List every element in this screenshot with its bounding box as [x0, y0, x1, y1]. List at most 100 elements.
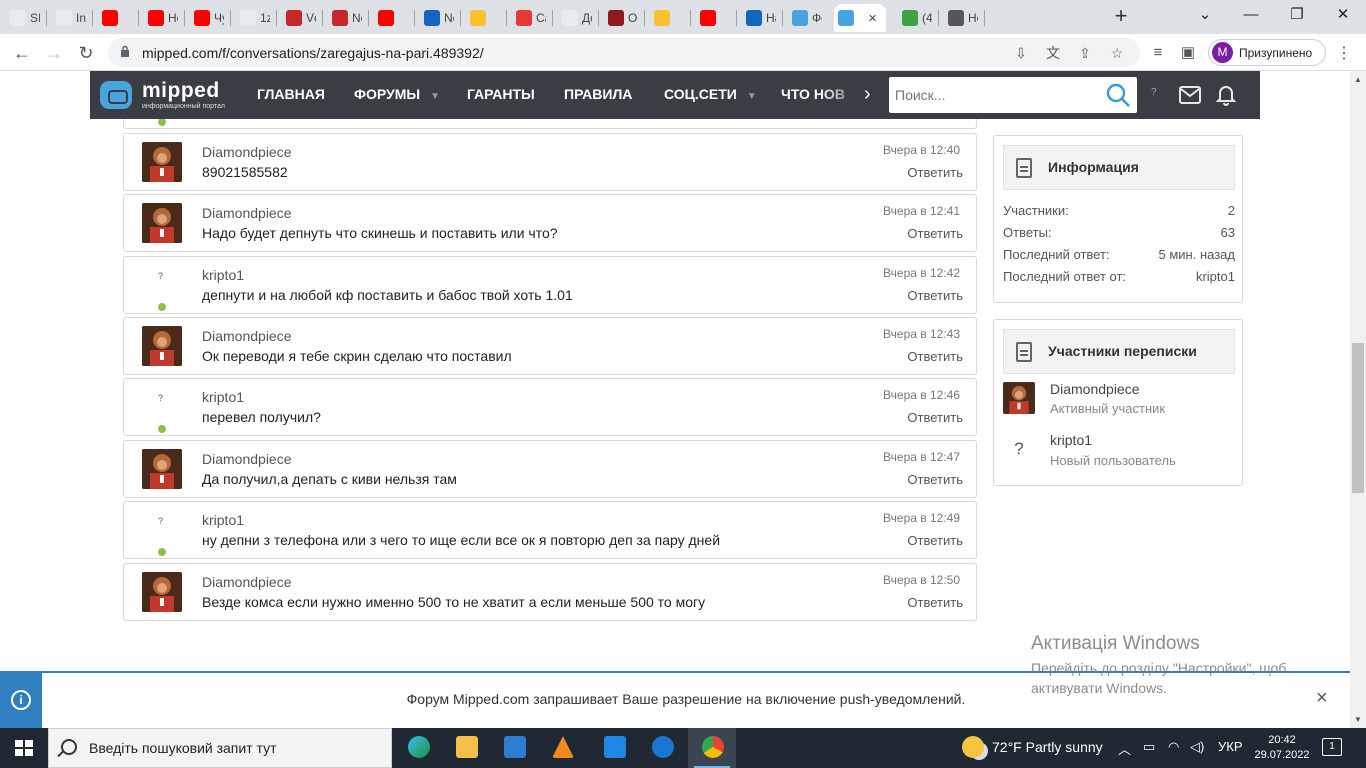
address-bar[interactable]: mipped.com/f/conversations/zaregajus-na-…: [108, 38, 1140, 67]
bell-icon[interactable]: [1216, 84, 1236, 106]
taskbar-ie[interactable]: [638, 728, 686, 768]
browser-tab[interactable]: [98, 4, 132, 32]
taskbar-chrome[interactable]: [688, 728, 736, 768]
browser-tab[interactable]: Ca: [512, 4, 546, 32]
browser-tab[interactable]: Ne: [328, 4, 362, 32]
browser-tab[interactable]: ✕: [834, 4, 886, 32]
avatar[interactable]: [142, 326, 182, 366]
message-author[interactable]: Diamondpiece: [202, 574, 292, 590]
message-time[interactable]: Вчера в 12:43: [883, 327, 960, 341]
browser-tab[interactable]: Чу: [190, 4, 224, 32]
reply-link[interactable]: Ответить: [907, 595, 963, 610]
avatar[interactable]: [142, 572, 182, 612]
browser-tab[interactable]: He: [144, 4, 178, 32]
close-icon[interactable]: ×: [1316, 687, 1328, 710]
scroll-down-icon[interactable]: ▼: [1354, 715, 1362, 724]
browser-tab[interactable]: На: [742, 4, 776, 32]
browser-tab[interactable]: Vc: [282, 4, 316, 32]
language-indicator[interactable]: УКР: [1218, 739, 1243, 754]
avatar[interactable]: [142, 142, 182, 182]
battery-icon[interactable]: ▭: [1143, 739, 1155, 755]
taskbar-store[interactable]: [490, 728, 538, 768]
nav-forums[interactable]: ФОРУМЫ ▼: [354, 86, 440, 102]
message-author[interactable]: Diamondpiece: [202, 451, 292, 467]
translate-icon[interactable]: 文: [1044, 44, 1062, 62]
wifi-icon[interactable]: ◠: [1168, 739, 1179, 755]
info-value[interactable]: kripto1: [1196, 269, 1235, 284]
unknown-avatar-icon[interactable]: ?: [1003, 433, 1035, 465]
site-logo[interactable]: mipped информационный портал: [100, 79, 240, 113]
reply-link[interactable]: Ответить: [907, 288, 963, 303]
browser-tab[interactable]: 1z: [236, 4, 270, 32]
close-tab-icon[interactable]: ✕: [868, 12, 877, 25]
taskbar-vlc[interactable]: [538, 728, 586, 768]
taskbar-mail[interactable]: [590, 728, 638, 768]
browser-tab[interactable]: [466, 4, 500, 32]
mail-icon[interactable]: [1179, 86, 1201, 104]
bookmark-star-icon[interactable]: ☆: [1108, 44, 1126, 62]
back-button[interactable]: ←: [8, 39, 36, 67]
reply-link[interactable]: Ответить: [907, 533, 963, 548]
new-tab-button[interactable]: +: [1108, 4, 1134, 30]
notification-center-icon[interactable]: 1: [1322, 738, 1342, 756]
message-author[interactable]: kripto1: [202, 512, 244, 528]
scrollbar-thumb[interactable]: [1352, 343, 1364, 493]
message-time[interactable]: Вчера в 12:42: [883, 266, 960, 280]
clock[interactable]: 20:42 29.07.2022: [1253, 733, 1311, 763]
taskbar-search[interactable]: Введіть пошуковий запит тут: [48, 728, 392, 768]
minimize-button[interactable]: —: [1228, 0, 1274, 32]
close-window-button[interactable]: ✕: [1320, 0, 1366, 32]
avatar[interactable]: [142, 203, 182, 243]
reply-link[interactable]: Ответить: [907, 410, 963, 425]
browser-tab[interactable]: [650, 4, 684, 32]
reply-link[interactable]: Ответить: [907, 165, 963, 180]
search-icon[interactable]: [1105, 82, 1131, 108]
page-scrollbar[interactable]: ▲ ▼: [1350, 71, 1366, 728]
message-time[interactable]: Вчера в 12:50: [883, 573, 960, 587]
participant-name[interactable]: kripto1: [1050, 432, 1092, 448]
browser-tab[interactable]: Ne: [420, 4, 454, 32]
browser-tab[interactable]: Фо: [788, 4, 822, 32]
search-input[interactable]: [889, 77, 1099, 113]
unknown-avatar-icon[interactable]: ?: [158, 516, 163, 526]
browser-tab[interactable]: Ос: [604, 4, 638, 32]
browser-tab[interactable]: Inf: [52, 4, 86, 32]
push-permission-text[interactable]: Форум Mipped.com запрашивает Ваше разреш…: [0, 691, 1350, 707]
profile-button[interactable]: M Призупинено: [1208, 39, 1326, 66]
message-author[interactable]: kripto1: [202, 389, 244, 405]
participant-name[interactable]: Diamondpiece: [1050, 381, 1140, 397]
message-time[interactable]: Вчера в 12:49: [883, 511, 960, 525]
browser-tab[interactable]: SII: [6, 4, 40, 32]
volume-icon[interactable]: ◁): [1190, 739, 1204, 755]
reply-link[interactable]: Ответить: [907, 472, 963, 487]
weather-widget[interactable]: 72°F Partly sunny: [962, 736, 1103, 758]
browser-tab[interactable]: Нс: [944, 4, 978, 32]
reload-button[interactable]: ↻: [72, 39, 100, 67]
reply-link[interactable]: Ответить: [907, 226, 963, 241]
chevron-up-icon[interactable]: ︿: [1118, 739, 1131, 758]
message-time[interactable]: Вчера в 12:47: [883, 450, 960, 464]
nav-social[interactable]: СОЦ.СЕТИ ▼: [664, 86, 757, 102]
message-author[interactable]: Diamondpiece: [202, 328, 292, 344]
unknown-avatar-icon[interactable]: ?: [158, 393, 163, 403]
install-app-icon[interactable]: ⇩: [1012, 44, 1030, 62]
reading-list-icon[interactable]: ≡: [1148, 43, 1168, 63]
forward-button[interactable]: →: [40, 39, 68, 67]
share-icon[interactable]: ⇪: [1076, 44, 1094, 62]
message-author[interactable]: Diamondpiece: [202, 144, 292, 160]
browser-tab[interactable]: [374, 4, 408, 32]
chevron-right-icon[interactable]: ›: [864, 83, 871, 106]
nav-home[interactable]: ГЛАВНАЯ: [257, 86, 325, 102]
message-author[interactable]: kripto1: [202, 267, 244, 283]
side-panel-icon[interactable]: ▣: [1178, 43, 1198, 63]
message-time[interactable]: Вчера в 12:41: [883, 204, 960, 218]
taskbar-edge[interactable]: [394, 728, 442, 768]
nav-rules[interactable]: ПРАВИЛА: [564, 86, 632, 102]
avatar[interactable]: [1003, 382, 1035, 414]
maximize-button[interactable]: ❐: [1274, 0, 1320, 32]
browser-tab[interactable]: Дс: [558, 4, 592, 32]
message-time[interactable]: Вчера в 12:40: [883, 143, 960, 157]
reply-link[interactable]: Ответить: [907, 349, 963, 364]
nav-guarantors[interactable]: ГАРАНТЫ: [467, 86, 535, 102]
unknown-avatar-icon[interactable]: ?: [158, 271, 163, 281]
